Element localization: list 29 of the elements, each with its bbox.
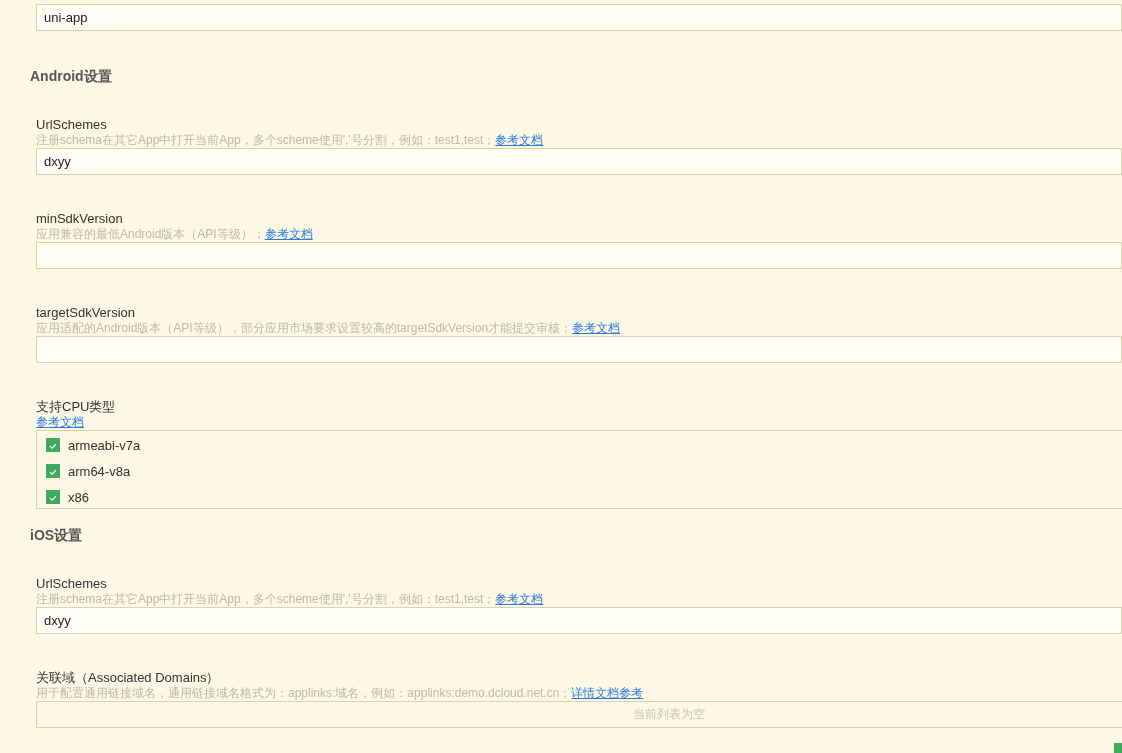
setting-label: targetSdkVersion [36, 305, 136, 321]
checkbox-label: arm64-v8a [68, 463, 131, 479]
section-heading: Android设置 [30, 67, 113, 85]
section-heading: iOS设置 [30, 526, 84, 544]
input-field[interactable] [36, 242, 1122, 269]
checkbox-label: x86 [68, 489, 89, 505]
docs-link[interactable]: 参考文档 [495, 592, 544, 606]
input-field[interactable] [36, 336, 1122, 363]
input-field[interactable]: uni-app [36, 4, 1122, 31]
setting-description: 应用兼容的最低Android版本（API等级）； [36, 227, 265, 241]
setting-description: 注册schema在其它App中打开当前App，多个scheme使用','号分割，例如：test1,test； [36, 592, 496, 606]
checkbox[interactable] [46, 464, 60, 478]
setting-description: 注册schema在其它App中打开当前App，多个scheme使用','号分割，例如：test1,test； [36, 133, 496, 147]
setting-label: minSdkVersion [36, 211, 124, 227]
checkbox[interactable] [46, 438, 60, 452]
checkbox[interactable] [46, 490, 60, 504]
docs-link[interactable]: 参考文档 [572, 321, 621, 335]
setting-label: 支持CPU类型 [36, 399, 117, 415]
setting-label: UrlSchemes [36, 117, 108, 133]
docs-link[interactable]: 参考文档 [36, 415, 84, 429]
setting-label: 关联域（Associated Domains） [36, 670, 221, 686]
corner-marker [1114, 743, 1122, 753]
checkbox-label: armeabi-v7a [68, 437, 141, 453]
input-field[interactable]: dxyy [36, 148, 1122, 175]
docs-link[interactable]: 参考文档 [495, 133, 544, 147]
input-field[interactable]: dxyy [36, 607, 1122, 634]
setting-label: UrlSchemes [36, 576, 108, 592]
docs-link[interactable]: 参考文档 [264, 227, 313, 241]
docs-link[interactable]: 详情文档参考 [571, 686, 644, 700]
